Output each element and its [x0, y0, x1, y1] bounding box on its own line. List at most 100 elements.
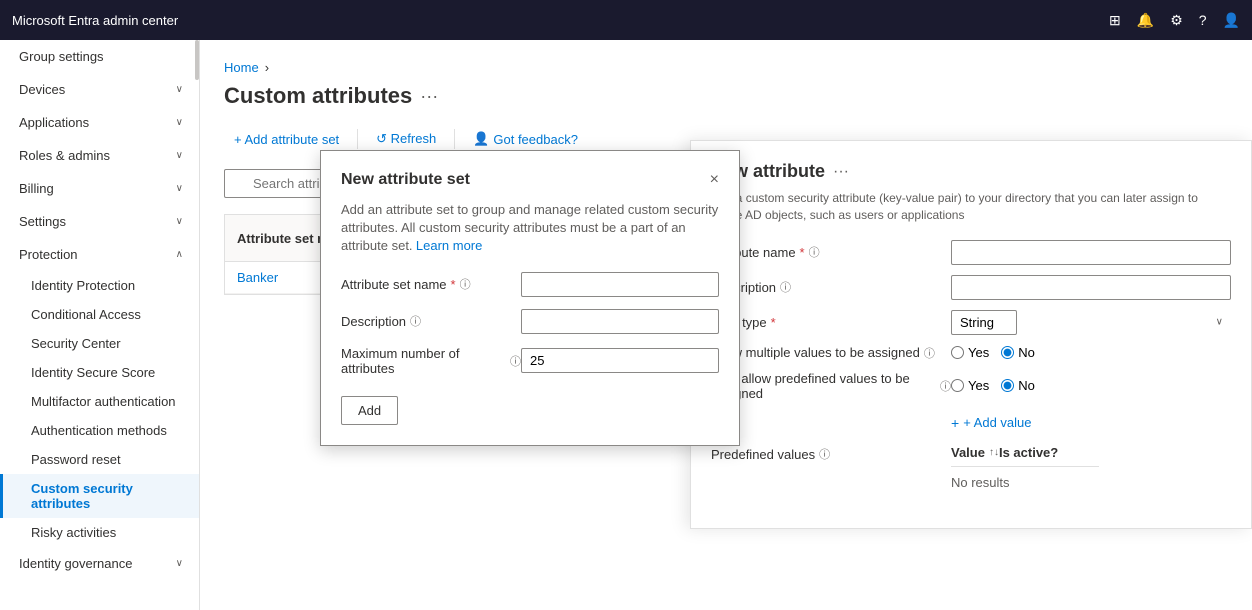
refresh-button[interactable]: ↺ Refresh: [366, 125, 446, 153]
data-type-select[interactable]: String Integer Boolean: [951, 310, 1017, 335]
panel-options-button[interactable]: ···: [833, 163, 849, 181]
info-icon-panel-attr-name[interactable]: ⓘ: [809, 244, 820, 260]
sidebar-label-identity-secure-score: Identity Secure Score: [31, 365, 155, 380]
feedback-icon: 👤: [473, 131, 489, 147]
toolbar-separator: [357, 129, 358, 149]
sidebar-item-billing[interactable]: Billing ∨: [0, 172, 199, 205]
panel-label-predefined-values: Predefined values ⓘ: [711, 446, 951, 462]
sidebar-item-protection[interactable]: Protection ∧: [0, 238, 199, 271]
chevron-down-icon: ∨: [176, 117, 183, 128]
user-icon[interactable]: 👤: [1223, 12, 1240, 29]
only-predefined-no-radio[interactable]: [1001, 379, 1014, 392]
sidebar-label-devices: Devices: [19, 82, 65, 97]
sidebar-item-auth-methods[interactable]: Authentication methods: [0, 416, 199, 445]
add-attribute-set-button[interactable]: + Add attribute set: [224, 126, 349, 153]
learn-more-link[interactable]: Learn more: [416, 238, 482, 253]
new-attribute-set-modal: New attribute set × Add an attribute set…: [320, 150, 740, 446]
sidebar-label-identity-protection: Identity Protection: [31, 278, 135, 293]
values-table-header: Value ↑↓ Is active?: [951, 439, 1099, 467]
info-icon-max[interactable]: ⓘ: [510, 353, 521, 369]
modal-add-button[interactable]: Add: [341, 396, 398, 425]
info-icon-allow-multiple[interactable]: ⓘ: [924, 345, 935, 361]
allow-multiple-no-option[interactable]: No: [1001, 345, 1035, 360]
modal-description: Add an attribute set to group and manage…: [341, 201, 719, 256]
panel-label-allow-multiple: Allow multiple values to be assigned ⓘ: [711, 345, 951, 361]
feedback-label: Got feedback?: [493, 132, 578, 147]
sidebar-label-custom-security-attrs: Custom security attributes: [31, 481, 133, 511]
sidebar-item-identity-protection[interactable]: Identity Protection: [0, 271, 199, 300]
content-area: Home › Custom attributes ··· + Add attri…: [200, 40, 1252, 610]
info-icon-desc[interactable]: ⓘ: [410, 313, 421, 329]
sidebar-label-multifactor-auth: Multifactor authentication: [31, 394, 176, 409]
panel-attr-name-input[interactable]: [951, 240, 1231, 265]
panel-row-allow-multiple: Allow multiple values to be assigned ⓘ Y…: [711, 345, 1231, 361]
sidebar: Group settings Devices ∨ Applications ∨ …: [0, 40, 200, 610]
question-icon[interactable]: ?: [1199, 12, 1207, 28]
predefined-values-content: + + Add value Value ↑↓ Is active? No res…: [951, 411, 1099, 498]
panel-row-description: Description ⓘ: [711, 275, 1231, 300]
chevron-down-icon: ∨: [176, 558, 183, 569]
form-row-attr-name: Attribute set name * ⓘ: [341, 272, 719, 297]
panel-description: Add a custom security attribute (key-val…: [711, 190, 1231, 224]
panel-row-only-predefined: Only allow predefined values to be assig…: [711, 371, 1231, 401]
allow-multiple-radio-group: Yes No: [951, 345, 1035, 360]
sidebar-item-group-settings[interactable]: Group settings: [0, 40, 199, 73]
sidebar-label-billing: Billing: [19, 181, 54, 196]
sidebar-item-settings[interactable]: Settings ∨: [0, 205, 199, 238]
sidebar-item-identity-secure-score[interactable]: Identity Secure Score: [0, 358, 199, 387]
only-predefined-yes-option[interactable]: Yes: [951, 378, 989, 393]
breadcrumb-home[interactable]: Home: [224, 60, 259, 75]
sort-value-icon[interactable]: ↑↓: [989, 447, 999, 458]
form-label-description: Description ⓘ: [341, 313, 521, 329]
chevron-down-icon: ∨: [176, 150, 183, 161]
bell-icon[interactable]: 🔔: [1137, 12, 1154, 29]
required-indicator: *: [451, 277, 456, 292]
sidebar-item-devices[interactable]: Devices ∨: [0, 73, 199, 106]
feedback-button[interactable]: 👤 Got feedback?: [463, 125, 588, 153]
modal-close-button[interactable]: ×: [710, 171, 719, 189]
info-icon-predefined-values[interactable]: ⓘ: [819, 446, 830, 462]
breadcrumb-separator: ›: [265, 60, 269, 75]
description-input[interactable]: [521, 309, 719, 334]
sidebar-label-risky-activities: Risky activities: [31, 525, 116, 540]
only-predefined-no-option[interactable]: No: [1001, 378, 1035, 393]
sidebar-label-applications: Applications: [19, 115, 89, 130]
sidebar-scrollbar[interactable]: [195, 40, 199, 80]
chevron-up-icon: ∧: [176, 249, 183, 260]
only-predefined-yes-radio[interactable]: [951, 379, 964, 392]
attr-name-input[interactable]: [521, 272, 719, 297]
panel-select-wrapper: String Integer Boolean ∨: [951, 310, 1231, 335]
add-value-label: + Add value: [963, 415, 1031, 430]
page-title-row: Custom attributes ···: [224, 83, 1228, 109]
info-icon-panel-desc[interactable]: ⓘ: [780, 279, 791, 295]
no-results-message: No results: [951, 467, 1099, 498]
grid-icon[interactable]: ⊞: [1109, 12, 1121, 29]
info-icon-attr-name[interactable]: ⓘ: [460, 276, 471, 292]
sidebar-label-security-center: Security Center: [31, 336, 121, 351]
sidebar-item-conditional-access[interactable]: Conditional Access: [0, 300, 199, 329]
sidebar-item-roles-admins[interactable]: Roles & admins ∨: [0, 139, 199, 172]
sidebar-item-security-center[interactable]: Security Center: [0, 329, 199, 358]
allow-multiple-no-radio[interactable]: [1001, 346, 1014, 359]
sidebar-item-applications[interactable]: Applications ∨: [0, 106, 199, 139]
sidebar-item-password-reset[interactable]: Password reset: [0, 445, 199, 474]
info-icon-only-predefined[interactable]: ⓘ: [940, 378, 951, 394]
add-value-row[interactable]: + + Add value: [951, 415, 1099, 431]
modal-title: New attribute set: [341, 171, 470, 189]
sidebar-item-custom-security-attrs[interactable]: Custom security attributes: [0, 474, 199, 518]
form-row-max-attrs: Maximum number of attributes ⓘ: [341, 346, 719, 376]
sidebar-item-multifactor-auth[interactable]: Multifactor authentication: [0, 387, 199, 416]
form-label-attr-name: Attribute set name * ⓘ: [341, 276, 521, 292]
page-options-button[interactable]: ···: [420, 86, 438, 107]
max-attrs-input[interactable]: [521, 348, 719, 373]
allow-multiple-yes-option[interactable]: Yes: [951, 345, 989, 360]
gear-icon[interactable]: ⚙: [1170, 12, 1183, 29]
sidebar-label-group-settings: Group settings: [19, 49, 104, 64]
sidebar-item-risky-activities[interactable]: Risky activities: [0, 518, 199, 547]
panel-description-input[interactable]: [951, 275, 1231, 300]
sidebar-item-identity-governance[interactable]: Identity governance ∨: [0, 547, 199, 580]
panel-row-attr-name: Attribute name * ⓘ: [711, 240, 1231, 265]
allow-multiple-yes-radio[interactable]: [951, 346, 964, 359]
breadcrumb: Home ›: [224, 60, 1228, 75]
page-title: Custom attributes: [224, 83, 412, 109]
